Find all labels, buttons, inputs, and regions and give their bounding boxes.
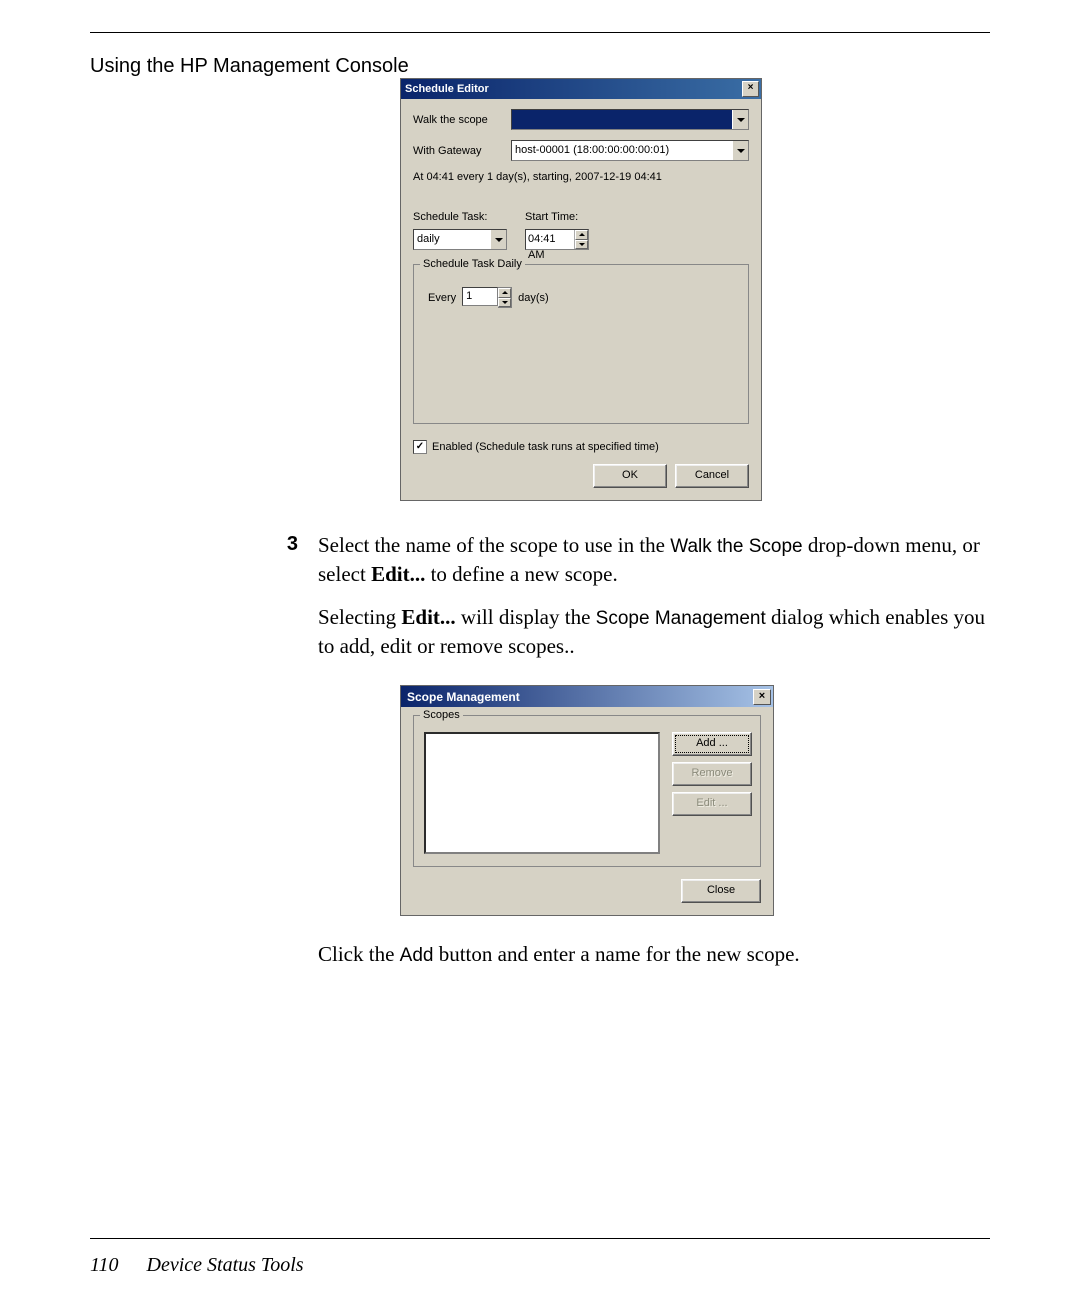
bold-term: Edit... bbox=[401, 605, 455, 629]
text: to define a new scope. bbox=[425, 562, 617, 586]
with-gateway-value: host-00001 (18:00:00:00:00:01) bbox=[512, 141, 732, 160]
scope-management-dialog: Scope Management × Scopes Add ... Remove… bbox=[400, 685, 774, 916]
text: button and enter a name for the new scop… bbox=[433, 942, 799, 966]
every-value-input[interactable]: 1 bbox=[462, 287, 498, 306]
bold-term: Edit... bbox=[371, 562, 425, 586]
step-text: Select the name of the scope to use in t… bbox=[318, 531, 990, 661]
chevron-down-icon[interactable] bbox=[732, 141, 748, 160]
text: Select the name of the scope to use in t… bbox=[318, 533, 670, 557]
spinner-down-icon[interactable] bbox=[575, 240, 588, 250]
schedule-summary: At 04:41 every 1 day(s), starting, 2007-… bbox=[413, 171, 749, 183]
enabled-label: Enabled (Schedule task runs at specified… bbox=[432, 441, 659, 453]
start-time-value[interactable]: 04:41 AM bbox=[526, 230, 574, 249]
walk-scope-label: Walk the scope bbox=[413, 114, 511, 126]
page-header: Using the HP Management Console bbox=[90, 55, 990, 78]
close-icon[interactable]: × bbox=[753, 689, 771, 705]
schedule-task-value: daily bbox=[414, 230, 490, 249]
group-legend: Schedule Task Daily bbox=[420, 258, 525, 270]
page-number: 110 bbox=[90, 1254, 119, 1277]
chevron-down-icon[interactable] bbox=[490, 230, 506, 249]
walk-scope-dropdown[interactable] bbox=[511, 109, 749, 130]
ui-term: Walk the Scope bbox=[670, 536, 802, 557]
spinner-up-icon[interactable] bbox=[498, 288, 511, 298]
dialog-title: Scope Management bbox=[407, 690, 520, 704]
ui-term: Add bbox=[400, 945, 434, 966]
footer-section: Device Status Tools bbox=[147, 1254, 304, 1277]
schedule-task-dropdown[interactable]: daily bbox=[413, 229, 507, 250]
add-button[interactable]: Add ... bbox=[672, 732, 752, 756]
close-button[interactable]: Close bbox=[681, 879, 761, 903]
enabled-checkbox[interactable]: ✓ bbox=[413, 440, 427, 454]
dialog-titlebar: Schedule Editor × bbox=[401, 79, 761, 99]
text: Selecting bbox=[318, 605, 401, 629]
scopes-listbox[interactable] bbox=[424, 732, 660, 854]
cancel-button[interactable]: Cancel bbox=[675, 464, 749, 488]
ui-term: Scope Management bbox=[596, 608, 766, 629]
spinner-down-icon[interactable] bbox=[498, 298, 511, 308]
days-label: day(s) bbox=[518, 292, 549, 304]
instruction-text: Click the Add button and enter a name fo… bbox=[318, 942, 990, 967]
text: Click the bbox=[318, 942, 400, 966]
text: will display the bbox=[456, 605, 596, 629]
schedule-task-label: Schedule Task: bbox=[413, 211, 507, 223]
close-icon[interactable]: × bbox=[742, 81, 759, 97]
spinner-up-icon[interactable] bbox=[575, 230, 588, 240]
walk-scope-value bbox=[512, 110, 732, 129]
start-time-spinner[interactable]: 04:41 AM bbox=[525, 229, 589, 250]
edit-button[interactable]: Edit ... bbox=[672, 792, 752, 816]
group-legend: Scopes bbox=[420, 709, 463, 721]
remove-button[interactable]: Remove bbox=[672, 762, 752, 786]
dialog-titlebar: Scope Management × bbox=[401, 686, 773, 707]
ok-button[interactable]: OK bbox=[593, 464, 667, 488]
chevron-down-icon[interactable] bbox=[732, 110, 748, 129]
start-time-label: Start Time: bbox=[525, 211, 589, 223]
schedule-task-daily-group: Schedule Task Daily Every 1 day(s) bbox=[413, 264, 749, 424]
with-gateway-label: With Gateway bbox=[413, 145, 511, 157]
schedule-editor-dialog: Schedule Editor × Walk the scope With Ga… bbox=[400, 78, 762, 501]
every-label: Every bbox=[428, 292, 456, 304]
with-gateway-dropdown[interactable]: host-00001 (18:00:00:00:00:01) bbox=[511, 140, 749, 161]
step-number: 3 bbox=[280, 531, 298, 661]
dialog-title: Schedule Editor bbox=[405, 83, 489, 95]
scopes-group: Scopes Add ... Remove Edit ... bbox=[413, 715, 761, 867]
